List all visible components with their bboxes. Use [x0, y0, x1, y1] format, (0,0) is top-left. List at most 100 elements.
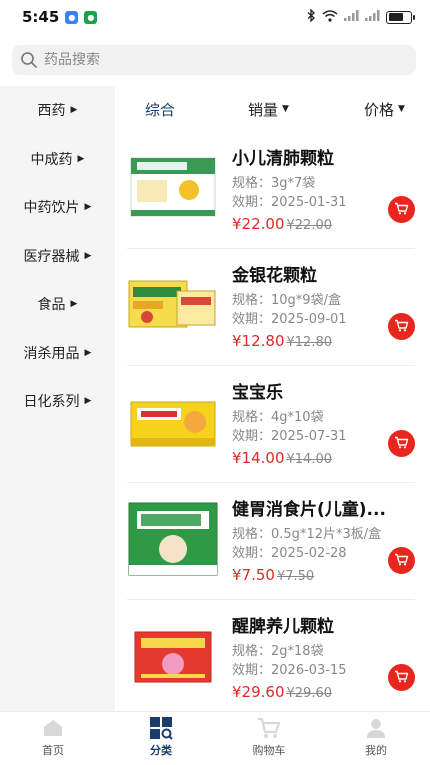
product-spec: 规格：4g*10袋 — [232, 410, 324, 425]
product-item[interactable]: 醒脾养儿颗粒 规格：2g*18袋 效期：2026-03-15 ¥29.60 ¥29… — [115, 600, 415, 717]
category-sidebar: 西药 ▶ 中成药 ▶ 中药饮片 ▶ 医疗器械 ▶ 食品 ▶ 消杀用品 ▶ 日化系列 ▶ — [0, 86, 115, 711]
product-price: ¥22.00 — [232, 215, 285, 233]
product-price: ¥12.80 — [232, 332, 285, 350]
product-original-price: ¥12.80 — [286, 335, 333, 350]
sort-bar: 综合 销量 ▼ 价格 ▼ — [115, 86, 430, 132]
product-name: 健胃消食片(儿童)... — [232, 500, 386, 520]
sort-price-label: 价格 — [364, 100, 395, 119]
sidebar-item-label: 中成药 — [30, 151, 73, 168]
product-price-row: ¥7.50 ¥7.50 — [232, 566, 314, 584]
sidebar-item-daily-chemicals[interactable]: 日化系列 ▶ — [0, 377, 115, 426]
product-spec: 规格：2g*18袋 — [232, 644, 324, 659]
product-image — [127, 384, 219, 460]
sidebar-item-food[interactable]: 食品 ▶ — [0, 280, 115, 329]
product-expiry: 效期：2025-07-31 — [232, 429, 347, 444]
chat-app-icon: ● — [84, 10, 98, 24]
product-name: 醒脾养儿颗粒 — [232, 617, 334, 637]
product-price-row: ¥14.00 ¥14.00 — [232, 449, 332, 467]
product-expiry: 效期：2025-02-28 — [232, 546, 347, 561]
product-price: ¥7.50 — [232, 566, 275, 584]
product-price-row: ¥12.80 ¥12.80 — [232, 332, 332, 350]
product-price-row: ¥29.60 ¥29.60 — [232, 683, 332, 701]
search-input[interactable] — [44, 52, 404, 68]
product-original-price: ¥7.50 — [276, 569, 315, 584]
caret-right-icon: ▶ — [70, 299, 78, 310]
user-icon — [364, 716, 388, 740]
nav-cart[interactable]: 购物车 — [239, 716, 299, 758]
product-original-price: ¥29.60 — [286, 686, 333, 701]
signal-icon-2 — [365, 10, 380, 24]
nav-home[interactable]: 首页 — [23, 716, 83, 758]
battery-icon — [386, 10, 415, 24]
product-image — [127, 501, 219, 577]
status-bar: 5:45 ● ● — [0, 0, 430, 34]
cart-icon — [394, 434, 409, 453]
caret-right-icon: ▶ — [84, 396, 92, 407]
sidebar-item-medical-devices[interactable]: 医疗器械 ▶ — [0, 232, 115, 281]
product-price: ¥14.00 — [232, 449, 285, 467]
product-original-price: ¥22.00 — [286, 218, 333, 233]
wifi-icon — [322, 9, 338, 25]
sort-price[interactable]: 价格 ▼ — [364, 99, 405, 120]
cart-icon — [394, 551, 409, 570]
search-bar[interactable] — [12, 45, 416, 75]
search-icon — [20, 51, 38, 69]
sidebar-item-herbal-slices[interactable]: 中药饮片 ▶ — [0, 183, 115, 232]
sort-sales[interactable]: 销量 ▼ — [248, 99, 289, 120]
shopping-cart-icon — [257, 716, 281, 740]
product-item[interactable]: 宝宝乐 规格：4g*10袋 效期：2025-07-31 ¥14.00 ¥14.00 — [115, 366, 415, 483]
sidebar-item-label: 医疗器械 — [23, 248, 80, 265]
bluetooth-icon — [307, 8, 316, 25]
product-spec: 规格：10g*9袋/盒 — [232, 293, 341, 308]
nav-mine-label: 我的 — [365, 744, 387, 757]
sort-comprehensive[interactable]: 综合 — [145, 99, 175, 120]
product-price: ¥29.60 — [232, 683, 285, 701]
category-grid-icon — [149, 716, 173, 740]
product-item[interactable]: 小儿清肺颗粒 规格：3g*7袋 效期：2025-01-31 ¥22.00 ¥22.… — [115, 132, 415, 249]
sidebar-item-label: 中药饮片 — [23, 200, 80, 217]
caret-down-icon: ▼ — [398, 104, 405, 114]
product-expiry: 效期：2026-03-15 — [232, 663, 347, 678]
product-item[interactable]: 金银花颗粒 规格：10g*9袋/盒 效期：2025-09-01 ¥12.80 ¥1… — [115, 249, 415, 366]
product-spec: 规格：3g*7袋 — [232, 176, 316, 191]
sidebar-item-label: 消杀用品 — [23, 345, 80, 362]
product-expiry: 效期：2025-09-01 — [232, 312, 347, 327]
bottom-nav: 首页 分类 购物车 我的 — [0, 711, 430, 765]
sidebar-item-western-medicine[interactable]: 西药 ▶ — [0, 86, 115, 135]
signal-icon — [344, 10, 359, 24]
nav-category[interactable]: 分类 — [131, 716, 191, 758]
product-item[interactable]: 健胃消食片(儿童)... 规格：0.5g*12片*3板/盒 效期：2025-02… — [115, 483, 415, 600]
status-time: 5:45 — [22, 8, 60, 26]
nav-category-label: 分类 — [150, 744, 172, 757]
nav-cart-label: 购物车 — [252, 744, 286, 757]
caret-right-icon: ▶ — [84, 202, 92, 213]
sidebar-item-label: 西药 — [37, 103, 66, 120]
product-price-row: ¥22.00 ¥22.00 — [232, 215, 332, 233]
sidebar-item-label: 食品 — [37, 297, 66, 314]
sidebar-item-disinfection[interactable]: 消杀用品 ▶ — [0, 329, 115, 378]
add-to-cart-button[interactable] — [388, 313, 415, 340]
status-icons — [307, 8, 415, 25]
caret-right-icon: ▶ — [77, 153, 85, 164]
sort-sales-label: 销量 — [248, 100, 279, 119]
product-image — [127, 267, 219, 343]
sort-comprehensive-label: 综合 — [145, 100, 176, 119]
add-to-cart-button[interactable] — [388, 664, 415, 691]
add-to-cart-button[interactable] — [388, 430, 415, 457]
nav-home-label: 首页 — [42, 744, 64, 757]
cart-icon — [394, 317, 409, 336]
sidebar-item-chinese-patent-medicine[interactable]: 中成药 ▶ — [0, 135, 115, 184]
home-icon — [41, 716, 65, 740]
product-name: 金银花颗粒 — [232, 266, 317, 286]
caret-right-icon: ▶ — [84, 347, 92, 358]
add-to-cart-button[interactable] — [388, 196, 415, 223]
cart-icon — [394, 200, 409, 219]
add-to-cart-button[interactable] — [388, 547, 415, 574]
caret-down-icon: ▼ — [282, 104, 289, 114]
caret-right-icon: ▶ — [84, 250, 92, 261]
caret-right-icon: ▶ — [70, 105, 78, 116]
nav-mine[interactable]: 我的 — [346, 716, 406, 758]
message-app-icon: ● — [65, 10, 79, 24]
product-name: 宝宝乐 — [232, 383, 283, 403]
product-name: 小儿清肺颗粒 — [232, 149, 334, 169]
